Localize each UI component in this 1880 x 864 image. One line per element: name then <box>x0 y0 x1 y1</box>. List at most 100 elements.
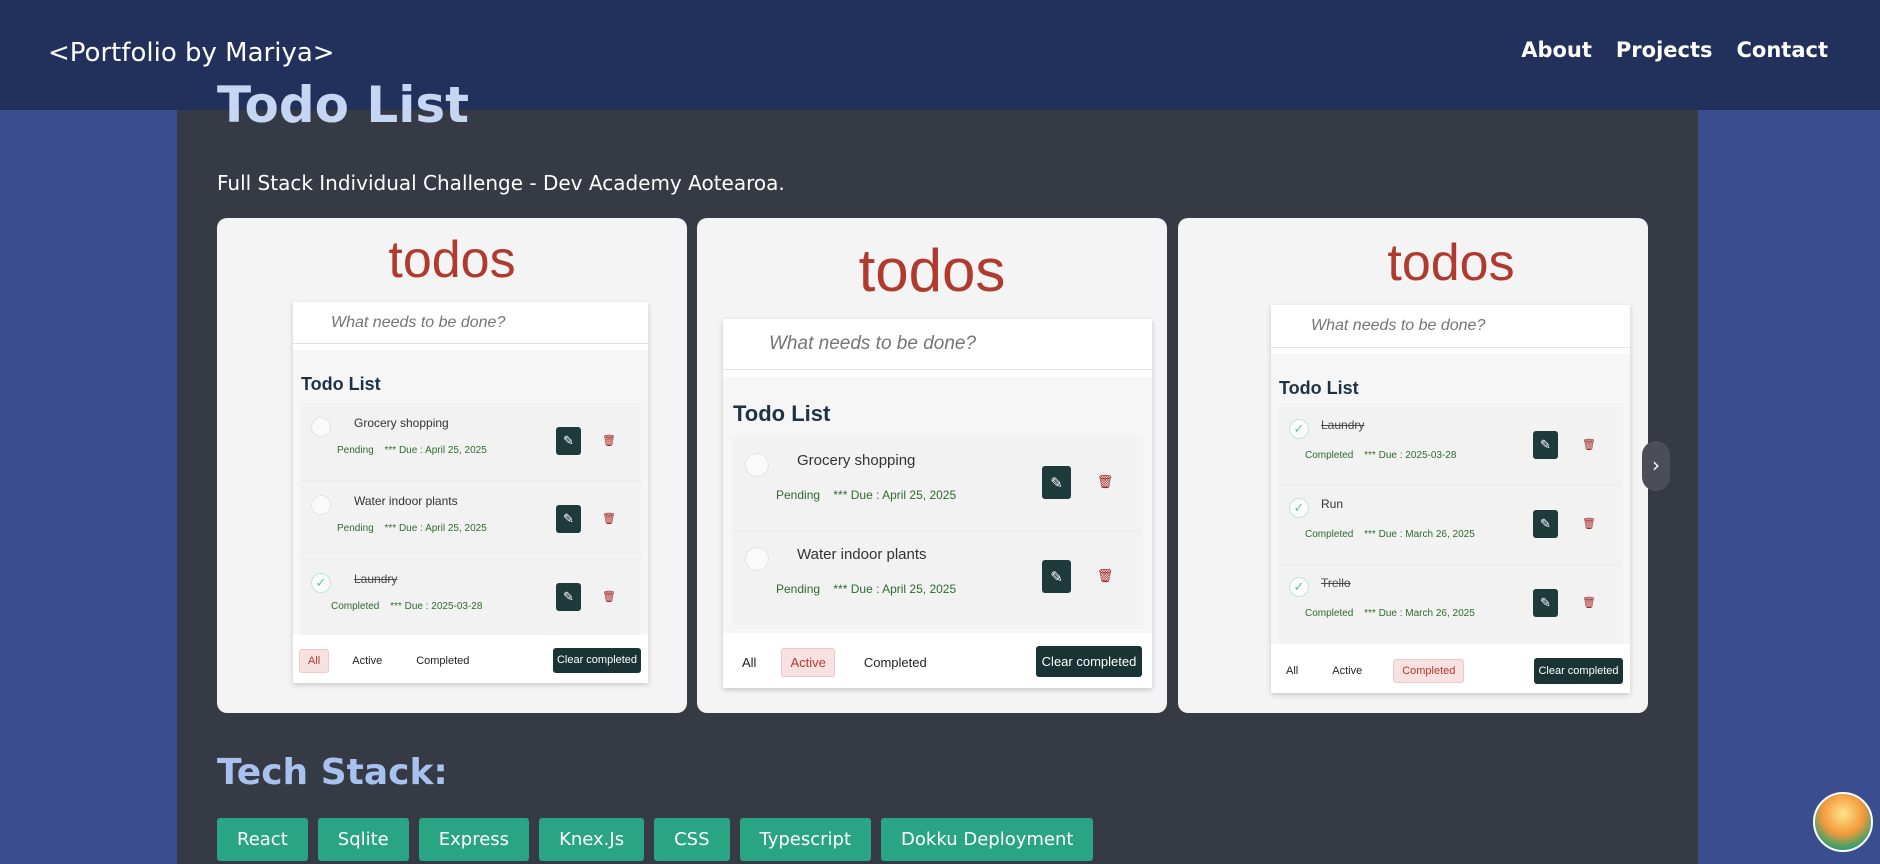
project-subtitle: Full Stack Individual Challenge - Dev Ac… <box>217 171 785 195</box>
edit-button[interactable]: ✎ <box>556 583 581 611</box>
delete-button[interactable]: 🗑 <box>1582 435 1596 453</box>
pencil-icon: ✎ <box>563 511 574 526</box>
trash-icon: 🗑 <box>1096 474 1114 489</box>
filter-completed[interactable]: Completed <box>857 648 934 677</box>
todo-list-title: Todo List <box>733 401 831 426</box>
toggle-checkbox[interactable] <box>745 547 769 571</box>
toggle-checkbox[interactable] <box>1289 419 1309 439</box>
edit-button[interactable]: ✎ <box>1533 589 1558 617</box>
toggle-checkbox[interactable] <box>1289 498 1309 518</box>
todo-app: Todo List Grocery shopping Pending *** D… <box>723 319 1152 688</box>
filter-active[interactable]: Active <box>781 648 835 677</box>
pencil-icon: ✎ <box>1540 437 1551 452</box>
filter-active[interactable]: Active <box>345 649 389 673</box>
edit-button[interactable]: ✎ <box>556 427 581 455</box>
new-todo-input[interactable] <box>293 302 648 344</box>
todo-item: Grocery shopping Pending *** Due : April… <box>300 403 641 481</box>
todo-item: Grocery shopping Pending *** Due : April… <box>732 437 1143 531</box>
trash-icon: 🗑 <box>1582 596 1596 609</box>
nav-link-projects[interactable]: Projects <box>1616 38 1713 62</box>
delete-button[interactable]: 🗑 <box>602 431 616 449</box>
todo-list-title: Todo List <box>1279 378 1359 398</box>
todo-text: Laundry <box>354 572 398 586</box>
todo-list-title: Todo List <box>301 374 381 394</box>
new-todo-input[interactable] <box>1271 305 1630 348</box>
toggle-checkbox[interactable] <box>745 453 769 477</box>
tech-chip: Knex.Js <box>539 818 645 861</box>
todo-text: Trello <box>1321 576 1351 590</box>
edit-button[interactable]: ✎ <box>1533 431 1558 459</box>
delete-button[interactable]: 🗑 <box>1582 514 1596 532</box>
clear-completed-button[interactable]: Clear completed <box>1036 646 1142 677</box>
chatbot-avatar[interactable] <box>1813 792 1873 852</box>
todo-due: *** Due : April 25, 2025 <box>833 488 957 502</box>
todo-item: Run Completed *** Due : March 26, 2025 ✎… <box>1278 486 1623 565</box>
pencil-icon: ✎ <box>1050 474 1063 492</box>
edit-button[interactable]: ✎ <box>1533 510 1558 538</box>
tech-chip: Dokku Deployment <box>881 818 1094 861</box>
todo-due: *** Due : 2025-03-28 <box>390 601 483 612</box>
edit-button[interactable]: ✎ <box>1042 560 1071 593</box>
tech-stack-title: Tech Stack: <box>217 752 448 793</box>
toggle-checkbox[interactable] <box>1289 577 1309 597</box>
tech-chip: Sqlite <box>317 818 409 861</box>
pencil-icon: ✎ <box>563 433 574 448</box>
todo-status: Completed <box>331 601 380 612</box>
todo-list: Todo List Grocery shopping Pending *** D… <box>723 377 1152 633</box>
filter-completed[interactable]: Completed <box>409 649 476 673</box>
todo-status: Completed <box>1305 450 1354 461</box>
filter-all[interactable]: All <box>299 649 330 673</box>
delete-button[interactable]: 🗑 <box>602 509 616 527</box>
edit-button[interactable]: ✎ <box>1042 466 1071 499</box>
filter-completed[interactable]: Completed <box>1393 658 1465 683</box>
todo-text: Laundry <box>1321 418 1365 432</box>
todo-list: Todo List Laundry Completed *** Due : 20… <box>1271 354 1630 644</box>
trash-icon: 🗑 <box>1582 517 1596 530</box>
todo-status: Completed <box>1305 608 1354 619</box>
toggle-checkbox[interactable] <box>311 417 331 437</box>
carousel-next-button[interactable]: › <box>1642 441 1670 491</box>
tech-chip: React <box>217 818 308 861</box>
nav-link-contact[interactable]: Contact <box>1737 38 1829 62</box>
todo-item: Laundry Completed *** Due : 2025-03-28 ✎… <box>1278 407 1623 486</box>
todo-status: Pending <box>776 582 821 596</box>
delete-button[interactable]: 🗑 <box>1096 566 1114 586</box>
todo-text: Grocery shopping <box>797 452 916 469</box>
todos-logo: todos <box>388 231 516 289</box>
todo-text: Water indoor plants <box>797 546 927 563</box>
pencil-icon: ✎ <box>1540 516 1551 531</box>
trash-icon: 🗑 <box>1582 438 1596 451</box>
delete-button[interactable]: 🗑 <box>602 587 616 605</box>
new-todo-input[interactable] <box>723 319 1152 370</box>
pencil-icon: ✎ <box>563 589 574 604</box>
trash-icon: 🗑 <box>1096 568 1114 583</box>
toggle-checkbox[interactable] <box>311 573 331 593</box>
toggle-checkbox[interactable] <box>311 495 331 515</box>
carousel-slide-1: todos Todo List Grocery shopping Pending… <box>217 218 687 713</box>
todo-text: Run <box>1321 497 1344 511</box>
todo-status: Pending <box>337 523 374 534</box>
todo-status: Pending <box>337 445 374 456</box>
todo-due: *** Due : 2025-03-28 <box>1364 450 1457 461</box>
page-title: Todo List <box>217 76 470 134</box>
delete-button[interactable]: 🗑 <box>1096 472 1114 492</box>
delete-button[interactable]: 🗑 <box>1582 593 1596 611</box>
filter-all[interactable]: All <box>1279 659 1305 683</box>
trash-icon: 🗑 <box>602 434 616 447</box>
nav-link-about[interactable]: About <box>1521 38 1592 62</box>
todo-item: Laundry Completed *** Due : 2025-03-28 ✎… <box>300 559 641 635</box>
filter-active[interactable]: Active <box>1325 659 1369 683</box>
todo-item: Water indoor plants Pending *** Due : Ap… <box>732 531 1143 625</box>
clear-completed-button[interactable]: Clear completed <box>1534 658 1623 684</box>
pencil-icon: ✎ <box>1540 595 1551 610</box>
pencil-icon: ✎ <box>1050 568 1063 586</box>
tech-chip: CSS <box>654 818 730 861</box>
tech-stack-list: React Sqlite Express Knex.Js CSS Typescr… <box>217 818 1094 861</box>
todo-due: *** Due : April 25, 2025 <box>384 523 487 534</box>
filter-all[interactable]: All <box>733 648 765 677</box>
brand-logo[interactable]: <Portfolio by Mariya> <box>48 38 335 68</box>
todo-footer: All Active Completed Clear completed <box>293 639 648 683</box>
clear-completed-button[interactable]: Clear completed <box>553 648 641 673</box>
todo-item: Water indoor plants Pending *** Due : Ap… <box>300 481 641 559</box>
edit-button[interactable]: ✎ <box>556 505 581 533</box>
